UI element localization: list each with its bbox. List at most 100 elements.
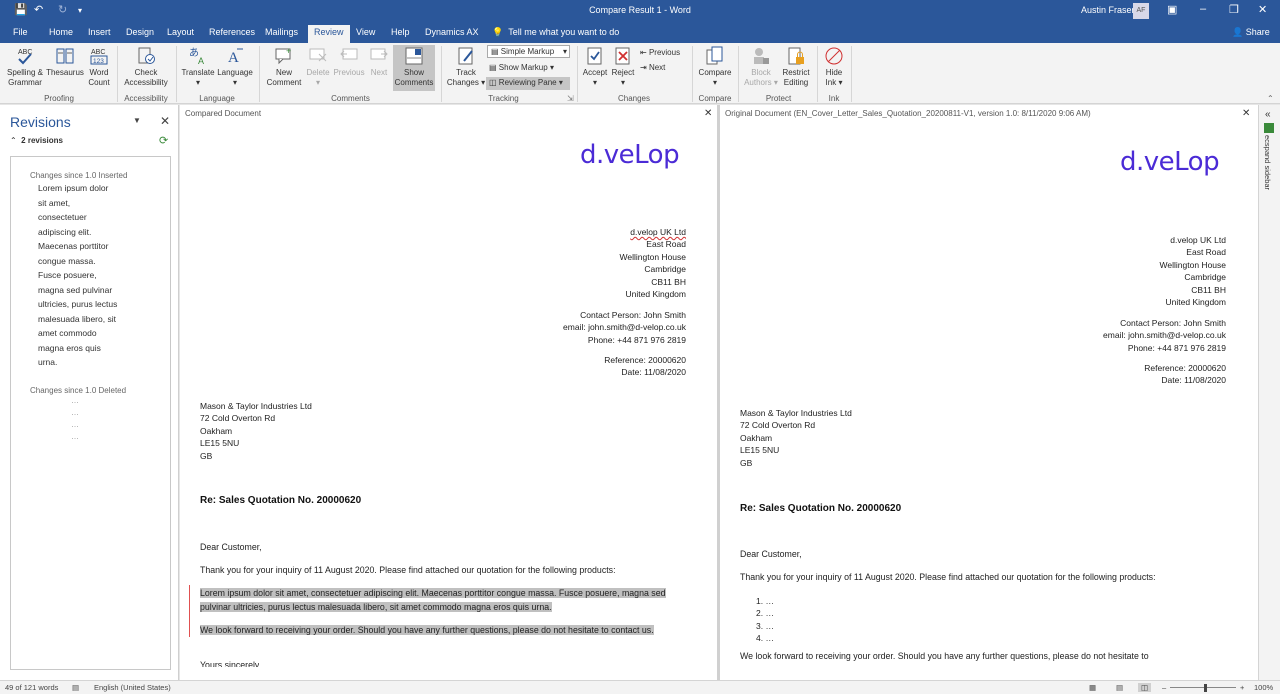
tab-references[interactable]: References (209, 27, 255, 37)
close-icon[interactable]: ✕ (1258, 3, 1267, 16)
contact-line: email: john.smith@d-velop.co.uk (563, 322, 686, 333)
word-count-icon: ABC 123 (90, 49, 108, 65)
thesaurus-button[interactable]: Thesaurus (45, 46, 85, 78)
previous-comment-button[interactable]: Previous (333, 46, 365, 78)
track-changes-label: Track (456, 68, 476, 77)
ribbon-display-icon[interactable]: ▣ (1167, 3, 1177, 16)
share-button[interactable]: 👤 Share (1232, 27, 1270, 38)
reject-button[interactable]: Reject ▾ (610, 46, 636, 88)
print-layout-icon[interactable]: ◫ (1138, 683, 1152, 692)
language-status[interactable]: English (United States) (94, 683, 171, 692)
pane-options-chevron-down-icon[interactable]: ▼ (133, 116, 141, 125)
tracking-options-launcher-icon[interactable]: ⇲ (567, 94, 574, 103)
revision-inserted-text[interactable]: Lorem ipsum dolor sit amet, consectetuer… (38, 181, 118, 370)
tell-me-search[interactable]: 💡 Tell me what you want to do (492, 27, 619, 38)
tab-review[interactable]: Review (308, 25, 350, 43)
check-accessibility-button[interactable]: Check Accessibility (120, 46, 172, 88)
user-name[interactable]: Austin Fraser (1081, 5, 1135, 15)
contact-block: Contact Person: John Smith email: john.s… (1020, 317, 1226, 354)
company-logo: d.veLop (580, 140, 680, 170)
zoom-in-icon[interactable]: + (1240, 683, 1244, 692)
delete-comment-button[interactable]: Delete ▾ (304, 46, 332, 88)
hide-ink-icon (825, 47, 843, 65)
contact-line: Phone: +44 871 976 2819 (587, 334, 686, 345)
language-button[interactable]: A Language ▾ (216, 46, 254, 88)
share-label: Share (1245, 27, 1270, 37)
collapse-ribbon-icon[interactable]: ⌃ (1267, 94, 1274, 103)
markup-display-select[interactable]: ▤ Simple Markup ▾ (487, 45, 570, 58)
tab-file[interactable]: File (13, 27, 28, 37)
next-change-label: Next (648, 63, 666, 72)
previous-change-label: Previous (648, 48, 681, 57)
compared-close-icon[interactable]: ✕ (704, 108, 712, 119)
tab-layout[interactable]: Layout (167, 27, 194, 37)
previous-label: Previous (333, 68, 365, 77)
block-authors-icon (754, 48, 769, 64)
minimize-icon[interactable]: – (1200, 3, 1206, 15)
compare-dropdown-icon: ▾ (712, 78, 717, 87)
word-count-button[interactable]: ABC 123 Word Count (85, 46, 113, 88)
language-label: Language (217, 68, 253, 77)
group-divider (441, 46, 442, 102)
tab-help[interactable]: Help (391, 27, 410, 37)
group-proofing: Proofing (44, 94, 74, 103)
translate-button[interactable]: あA Translate ▾ (180, 46, 216, 88)
avatar[interactable]: AF (1133, 3, 1149, 19)
accept-button[interactable]: Accept ▾ (581, 46, 609, 88)
show-comments-button[interactable]: Show Comments (393, 45, 435, 91)
revisions-count[interactable]: ⌃ 2 revisions (10, 136, 63, 145)
next-change-button[interactable]: ⇥ Next (640, 63, 665, 72)
previous-change-button[interactable]: ⇤ Previous (640, 48, 680, 57)
focus-mode-icon[interactable]: ▦ (1089, 683, 1096, 692)
tab-home[interactable]: Home (49, 27, 73, 37)
tab-view[interactable]: View (356, 27, 375, 37)
tab-design[interactable]: Design (126, 27, 154, 37)
next-comment-icon (370, 48, 388, 60)
restrict-editing-button[interactable]: Restrict Editing (779, 46, 813, 88)
expand-sidebar-label[interactable]: ecspand sidebar (1263, 135, 1272, 190)
tab-mailings[interactable]: Mailings (265, 27, 298, 37)
restore-icon[interactable]: ❐ (1229, 3, 1239, 16)
compare-label: Compare (698, 68, 732, 77)
subject-line: Re: Sales Quotation No. 20000620 (740, 503, 902, 514)
recipient-line: LE15 5NU (200, 438, 240, 449)
read-mode-icon[interactable]: ▤ (1116, 683, 1123, 692)
compared-document[interactable]: Compared Document ✕ d.veLop d.velop UK L… (180, 105, 717, 680)
track-changes-button[interactable]: Track Changes ▾ (446, 46, 486, 88)
sidebar-app-icon[interactable] (1264, 123, 1274, 133)
block-authors-button[interactable]: Block Authors ▾ (744, 46, 778, 88)
pane-close-icon[interactable]: ✕ (160, 114, 170, 128)
proofing-status-icon[interactable]: ▤ (72, 683, 79, 692)
zoom-slider[interactable] (1170, 687, 1236, 688)
tab-dynamics-ax[interactable]: Dynamics AX (425, 27, 479, 37)
revision-deleted-dots[interactable]: … … … … (71, 395, 170, 443)
company-logo: d.veLop (1120, 147, 1220, 177)
hide-ink-button[interactable]: Hide Ink ▾ (820, 46, 848, 88)
zoom-slider-handle[interactable] (1204, 684, 1207, 692)
revisions-list[interactable]: Changes since 1.0 Inserted Lorem ipsum d… (10, 156, 171, 670)
address-line: d.velop UK Ltd (630, 227, 686, 237)
tab-insert[interactable]: Insert (88, 27, 111, 37)
deleted-item: … (71, 395, 79, 405)
spelling-grammar-button[interactable]: ABC Spelling & Grammar (4, 46, 46, 88)
group-divider (851, 46, 852, 102)
word-count-status[interactable]: 49 of 121 words (5, 683, 58, 692)
original-document[interactable]: Original Document (EN_Cover_Letter_Sales… (720, 105, 1258, 680)
hide-ink-label-2: Ink (825, 78, 837, 87)
compare-button[interactable]: Compare ▾ (696, 46, 734, 88)
closing-paragraph[interactable]: We look forward to receiving your order.… (200, 623, 680, 637)
recipient-line: Oakham (200, 425, 233, 436)
expand-chevron-icon[interactable]: « (1265, 109, 1271, 120)
right-sidebar[interactable]: « ecspand sidebar (1258, 105, 1280, 680)
refresh-icon[interactable]: ⟳ (159, 134, 168, 147)
show-markup-button[interactable]: ▤ Show Markup ▾ (489, 63, 554, 72)
reviewing-pane-button[interactable]: ◫ Reviewing Pane ▾ (486, 77, 570, 90)
lock-icon (788, 47, 804, 65)
next-comment-button[interactable]: Next (366, 46, 392, 78)
zoom-out-icon[interactable]: – (1162, 683, 1166, 692)
original-close-icon[interactable]: ✕ (1242, 108, 1250, 119)
inserted-paragraph[interactable]: Lorem ipsum dolor sit amet, consectetuer… (200, 586, 680, 614)
zoom-level[interactable]: 100% (1254, 683, 1273, 692)
simple-markup-value: Simple Markup (500, 47, 555, 56)
new-comment-button[interactable]: + New Comment (263, 46, 305, 88)
